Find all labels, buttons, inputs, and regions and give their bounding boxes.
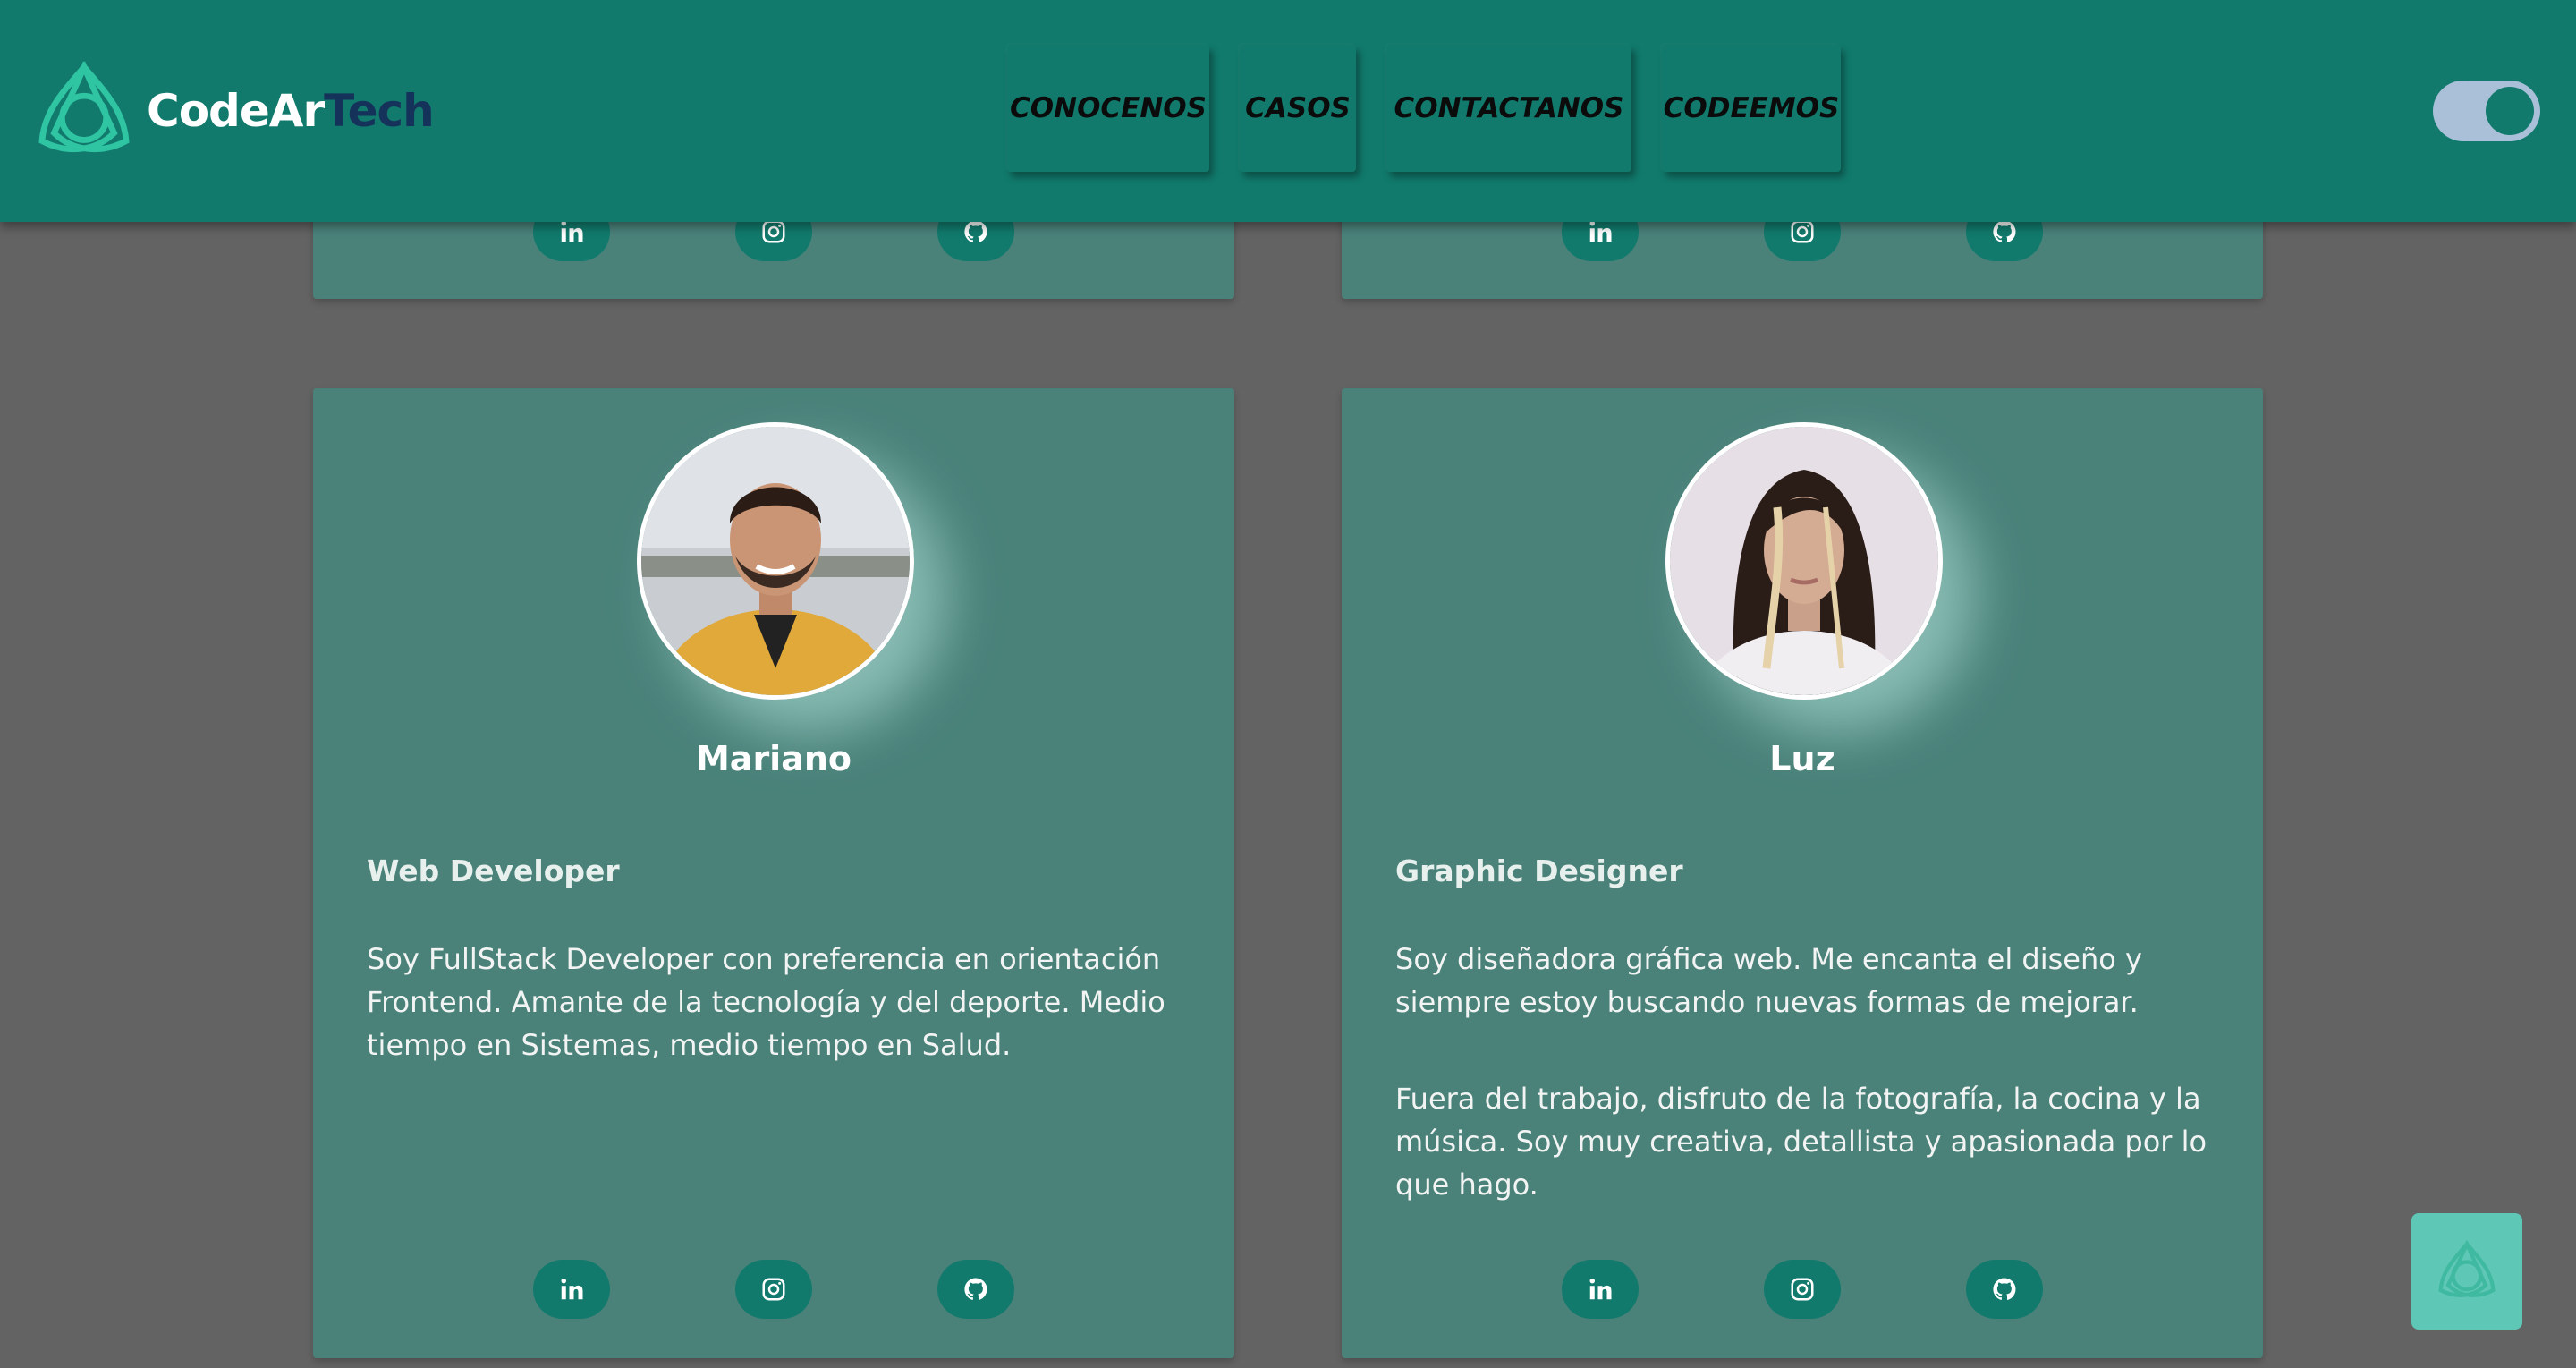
- scroll-top-button[interactable]: [2411, 1213, 2522, 1330]
- nav-contactanos[interactable]: CONTACTANOS: [1386, 45, 1631, 172]
- person-role: Graphic Designer: [1395, 854, 1683, 888]
- github-icon: [964, 1278, 987, 1300]
- github-link[interactable]: [1966, 1260, 2043, 1319]
- nav-conocenos[interactable]: CONOCENOS: [1007, 45, 1209, 172]
- linkedin-icon: [1589, 220, 1612, 242]
- nav-codeemos[interactable]: CODEEMOS: [1662, 45, 1841, 172]
- instagram-link[interactable]: [735, 1260, 812, 1319]
- person-name: Luz: [1769, 739, 1835, 778]
- avatar-photo-luz: [1670, 427, 1938, 695]
- brand-name-part1: CodeAr: [147, 85, 325, 137]
- github-icon: [1993, 220, 2016, 242]
- team-card-mariano: Mariano Web Developer Soy FullStack Deve…: [313, 388, 1234, 1358]
- linkedin-link[interactable]: [1562, 1260, 1639, 1319]
- brand-home-link[interactable]: CodeArTech: [34, 61, 435, 161]
- social-links: [1342, 1260, 2263, 1319]
- linkedin-icon: [561, 220, 583, 242]
- instagram-icon: [762, 1278, 785, 1301]
- theme-toggle[interactable]: [2433, 81, 2540, 141]
- instagram-icon: [762, 220, 785, 243]
- triquetra-logo-icon: [2438, 1240, 2496, 1297]
- theme-toggle-knob: [2486, 87, 2534, 135]
- nav-casos[interactable]: CASOS: [1240, 45, 1356, 172]
- avatar-mariano: [637, 422, 914, 700]
- social-links: [313, 1260, 1234, 1319]
- bio-paragraph: Soy FullStack Developer con preferencia …: [367, 942, 1165, 1062]
- instagram-icon: [1791, 1278, 1814, 1301]
- linkedin-link[interactable]: [533, 1260, 610, 1319]
- bio-paragraph: Soy diseñadora gráfica web. Me encanta e…: [1395, 942, 2142, 1019]
- instagram-icon: [1791, 220, 1814, 243]
- github-icon: [1993, 1278, 2016, 1300]
- site-header: CodeArTech CONOCENOS CASOS CONTACTANOS C…: [0, 0, 2576, 222]
- main-nav: CONOCENOS CASOS CONTACTANOS CODEEMOS: [1007, 45, 1871, 172]
- bio-paragraph: Fuera del trabajo, disfruto de la fotogr…: [1395, 1082, 2207, 1202]
- github-icon: [964, 220, 987, 242]
- triquetra-logo-icon: [38, 61, 130, 153]
- linkedin-icon: [1589, 1278, 1612, 1300]
- github-link[interactable]: [937, 1260, 1014, 1319]
- avatar-photo-mariano: [641, 427, 910, 695]
- person-role: Web Developer: [367, 854, 620, 888]
- brand-name: CodeArTech: [147, 85, 435, 137]
- brand-name-part2: Tech: [324, 85, 435, 137]
- team-card-luz: Luz Graphic Designer Soy diseñadora gráf…: [1342, 388, 2263, 1358]
- linkedin-icon: [561, 1278, 583, 1300]
- instagram-link[interactable]: [1764, 1260, 1841, 1319]
- avatar-luz: [1665, 422, 1943, 700]
- person-name: Mariano: [695, 739, 852, 778]
- person-bio: Soy FullStack Developer con preferencia …: [367, 938, 1199, 1120]
- person-bio: Soy diseñadora gráfica web. Me encanta e…: [1395, 938, 2227, 1260]
